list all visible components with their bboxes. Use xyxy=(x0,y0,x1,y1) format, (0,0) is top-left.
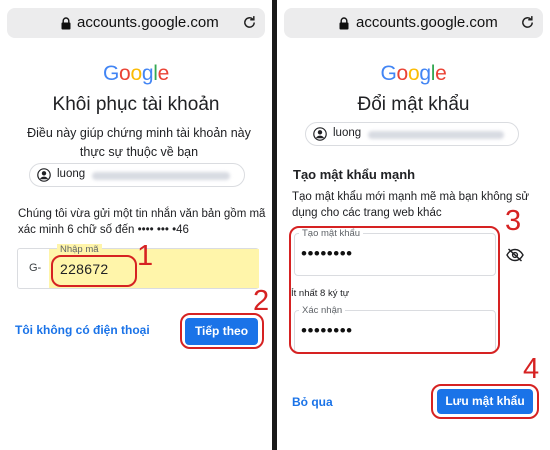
blurred-email xyxy=(368,131,504,139)
account-email: luong xyxy=(57,168,86,180)
logo-letter: o xyxy=(130,62,142,85)
account-email: luong xyxy=(333,127,362,139)
annotation-number-4: 4 xyxy=(523,353,540,385)
annotation-ring-4 xyxy=(431,384,539,419)
annotation-ring-1 xyxy=(51,255,137,287)
section-title: Tạo mật khẩu mạnh xyxy=(293,167,416,182)
code-prefix: G- xyxy=(29,262,42,274)
no-phone-link[interactable]: Tôi không có điện thoại xyxy=(15,323,150,337)
logo-letter: e xyxy=(435,62,447,85)
skip-link[interactable]: Bỏ qua xyxy=(292,395,333,409)
logo-letter: G xyxy=(103,62,120,85)
logo-letter: o xyxy=(407,62,420,85)
url-text: accounts.google.com xyxy=(356,14,498,31)
reload-icon[interactable] xyxy=(242,15,257,30)
annotation-number-1: 1 xyxy=(137,240,154,272)
reload-icon[interactable] xyxy=(520,15,535,30)
annotation-number-3: 3 xyxy=(505,205,522,237)
lock-icon xyxy=(339,17,349,30)
blurred-email xyxy=(92,172,230,180)
logo-letter: g xyxy=(419,62,431,85)
page-title: Đổi mật khẩu xyxy=(357,94,470,115)
code-input-label: Nhập mã xyxy=(57,244,102,255)
annotation-number-2: 2 xyxy=(253,285,270,317)
annotation-ring-2 xyxy=(180,313,264,349)
password-info-line-1: Tạo mật khẩu mới mạnh mẽ mà bạn không sử xyxy=(292,191,530,203)
logo-letter: e xyxy=(157,62,170,85)
address-bar[interactable]: accounts.google.com xyxy=(7,8,265,38)
page-subtitle: Điều này giúp chứng minh tài khoản này t… xyxy=(27,126,251,159)
sms-info-line-1: Chúng tôi vừa gửi một tin nhắn văn bản g… xyxy=(18,208,266,220)
sms-info-line-2: xác minh 6 chữ số đến •••• ••• •46 xyxy=(18,224,189,236)
logo-letter: g xyxy=(141,62,154,85)
lock-icon xyxy=(61,17,71,30)
google-logo: Google xyxy=(277,62,550,86)
logo-letter: G xyxy=(380,62,397,85)
logo-letter: o xyxy=(119,62,131,85)
recovery-screen: accounts.google.com Google Khôi phục tài… xyxy=(0,0,272,450)
url-text: accounts.google.com xyxy=(77,14,219,31)
address-bar[interactable]: accounts.google.com xyxy=(284,8,543,38)
account-circle-icon xyxy=(37,168,51,182)
account-chip[interactable]: luong xyxy=(305,122,519,146)
page-title: Khôi phục tài khoản xyxy=(52,94,220,115)
annotation-ring-3 xyxy=(289,226,500,354)
logo-letter: o xyxy=(396,62,409,85)
google-logo: Google xyxy=(0,62,272,86)
eye-off-icon[interactable] xyxy=(506,248,524,262)
account-circle-icon xyxy=(313,127,327,141)
account-chip[interactable]: luong xyxy=(29,163,245,187)
password-info-line-2: dụng cho các trang web khác xyxy=(292,207,442,219)
